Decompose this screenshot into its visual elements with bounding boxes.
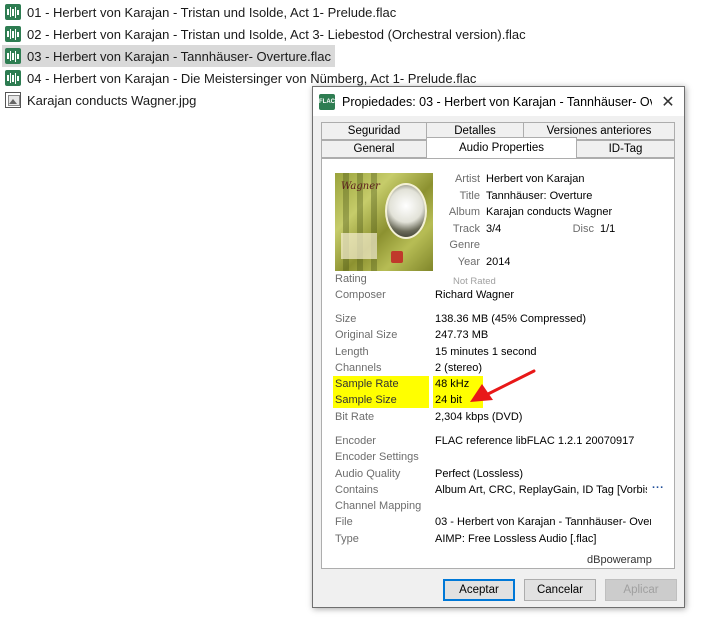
encoder-settings-label: Encoder Settings — [335, 451, 419, 463]
year-label: Year — [457, 256, 480, 268]
original-size-value: 247.73 MB — [435, 329, 489, 341]
channels-label: Channels — [335, 362, 382, 374]
file-value: 03 - Herbert von Karajan - Tannhäuser- O… — [435, 516, 651, 528]
contains-value: Album Art, CRC, ReplayGain, ID Tag [Vorb… — [435, 484, 647, 496]
dialog-title: Propiedades: 03 - Herbert von Karajan - … — [342, 94, 652, 109]
bit-rate-value: 2,304 kbps (DVD) — [435, 411, 523, 423]
label-logo-icon — [391, 251, 403, 263]
album-art-heading: Wagner — [341, 181, 380, 192]
file-name: Karajan conducts Wagner.jpg — [27, 92, 197, 108]
size-label: Size — [335, 313, 357, 325]
length-label: Length — [335, 346, 369, 358]
genre-label: Genre — [449, 239, 480, 251]
album-label: Album — [448, 206, 480, 218]
audio-file-icon — [5, 48, 21, 64]
audio-quality-value: Perfect (Lossless) — [435, 468, 524, 480]
title-value: Tannhäuser: Overture — [486, 190, 593, 202]
encoder-label: Encoder — [335, 435, 376, 447]
apply-button[interactable]: Aplicar — [605, 579, 677, 601]
album-value: Karajan conducts Wagner — [486, 206, 613, 218]
album-art: Wagner — [335, 173, 433, 271]
tab-bar: Seguridad Detalles Versiones anteriores … — [321, 122, 675, 158]
red-arrow-annotation — [470, 369, 536, 402]
original-size-label: Original Size — [335, 329, 398, 341]
sample-size-value: 24 bit — [435, 394, 462, 406]
rating-value[interactable]: Not Rated — [453, 276, 496, 287]
file-row[interactable]: 02 - Herbert von Karajan - Tristan und I… — [2, 23, 530, 45]
tab-general[interactable]: General — [321, 140, 427, 158]
file-label: File — [335, 516, 353, 528]
channel-mapping-label: Channel Mapping — [335, 500, 422, 512]
file-name: 01 - Herbert von Karajan - Tristan und I… — [27, 4, 397, 20]
contains-more-button[interactable]: ... — [652, 479, 664, 491]
close-button[interactable]: ✕ — [652, 87, 684, 116]
length-value: 15 minutes 1 second — [435, 346, 537, 358]
properties-dialog: FLAC Propiedades: 03 - Herbert von Karaj… — [312, 86, 685, 608]
brand-label: dBpoweramp — [587, 554, 652, 566]
audio-file-icon — [5, 26, 21, 42]
tab-seguridad[interactable]: Seguridad — [321, 122, 427, 140]
bit-rate-label: Bit Rate — [335, 411, 375, 423]
type-label: Type — [335, 533, 359, 545]
encoder-value: FLAC reference libFLAC 1.2.1 20070917 — [435, 435, 635, 447]
file-row[interactable]: Karajan conducts Wagner.jpg — [2, 89, 200, 111]
type-value: AIMP: Free Lossless Audio [.flac] — [435, 533, 597, 545]
dialog-titlebar[interactable]: FLAC Propiedades: 03 - Herbert von Karaj… — [313, 87, 684, 116]
track-value: 3/4 — [486, 223, 502, 235]
contains-label: Contains — [335, 484, 379, 496]
portrait-image — [385, 183, 427, 239]
size-value: 138.36 MB (45% Compressed) — [435, 313, 587, 325]
sample-rate-label: Sample Rate — [335, 378, 399, 390]
composer-value: Richard Wagner — [435, 289, 515, 301]
ok-button[interactable]: Aceptar — [443, 579, 515, 601]
file-row-selected[interactable]: 03 - Herbert von Karajan - Tannhäuser- O… — [2, 45, 335, 67]
title-label: Title — [459, 190, 480, 202]
audio-file-icon — [5, 70, 21, 86]
file-row[interactable]: 01 - Herbert von Karajan - Tristan und I… — [2, 1, 400, 23]
artist-value: Herbert von Karajan — [486, 173, 585, 185]
tab-audio-properties[interactable]: Audio Properties — [426, 137, 577, 158]
file-name: 04 - Herbert von Karajan - Die Meistersi… — [27, 70, 477, 86]
composer-label: Composer — [335, 289, 386, 301]
tab-id-tag[interactable]: ID-Tag — [576, 140, 675, 158]
disc-value: 1/1 — [600, 223, 616, 235]
track-label: Track — [452, 223, 480, 235]
audio-file-icon — [5, 4, 21, 20]
sample-size-label: Sample Size — [335, 394, 397, 406]
audio-quality-label: Audio Quality — [335, 468, 401, 480]
year-value: 2014 — [486, 256, 511, 268]
artist-label: Artist — [454, 173, 480, 185]
disc-label: Disc — [572, 223, 594, 235]
sample-rate-value: 48 kHz — [435, 378, 470, 390]
file-name: 02 - Herbert von Karajan - Tristan und I… — [27, 26, 526, 42]
cancel-button[interactable]: Cancelar — [524, 579, 596, 601]
file-name: 03 - Herbert von Karajan - Tannhäuser- O… — [27, 48, 331, 64]
flac-file-icon: FLAC — [319, 93, 335, 110]
rating-label: Rating — [335, 273, 367, 285]
image-file-icon — [5, 92, 21, 108]
